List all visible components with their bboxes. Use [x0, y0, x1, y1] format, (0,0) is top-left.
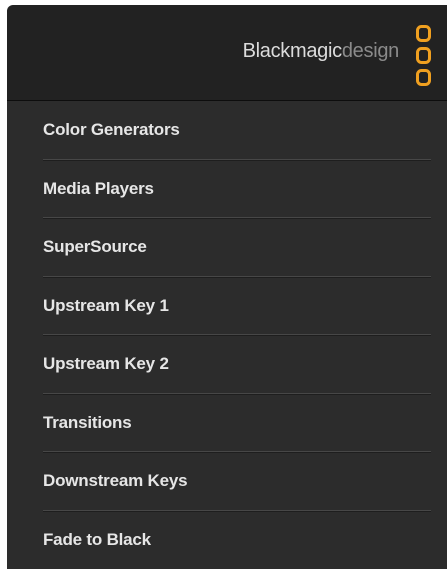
menu-item-label: Color Generators — [43, 120, 180, 140]
menu-item-upstream-key-2[interactable]: Upstream Key 2 — [7, 335, 447, 394]
menu-item-label: Fade to Black — [43, 529, 151, 549]
brand-name-strong: Blackmagic — [242, 40, 343, 62]
menu-item-transitions[interactable]: Transitions — [7, 394, 447, 453]
menu-item-label: Downstream Keys — [43, 471, 188, 491]
menu-item-fade-to-black[interactable]: Fade to Black — [7, 511, 447, 569]
blackmagic-design-logo-text: Blackmagicdesign — [242, 39, 400, 63]
brand-name-light: design — [341, 40, 399, 62]
brand-header: Blackmagicdesign — [7, 5, 447, 101]
menu-item-supersource[interactable]: SuperSource — [7, 218, 447, 277]
menu-item-media-players[interactable]: Media Players — [7, 160, 447, 219]
menu-item-label: SuperSource — [43, 237, 147, 257]
blackmagic-logo-icon — [416, 25, 431, 86]
menu-item-label: Upstream Key 1 — [43, 295, 169, 315]
menu-item-downstream-keys[interactable]: Downstream Keys — [7, 452, 447, 511]
menu-item-upstream-key-1[interactable]: Upstream Key 1 — [7, 277, 447, 336]
menu-item-label: Transitions — [43, 412, 132, 432]
menu-item-color-generators[interactable]: Color Generators — [7, 101, 447, 160]
menu-item-label: Media Players — [43, 178, 154, 198]
menu-item-label: Upstream Key 2 — [43, 354, 169, 374]
palette-menu: Color Generators Media Players SuperSour… — [7, 101, 447, 569]
switcher-palette-panel: Blackmagicdesign Color Generators Media … — [0, 0, 447, 569]
